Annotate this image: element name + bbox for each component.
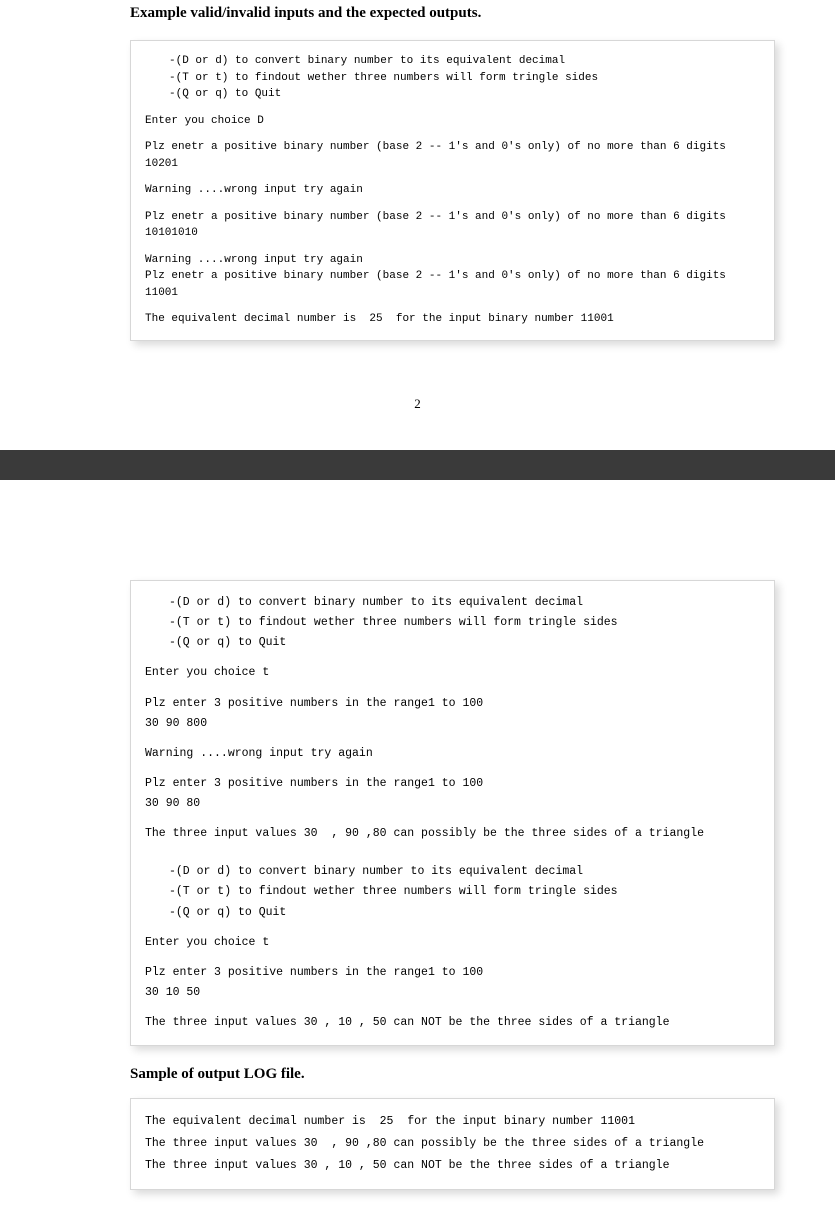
output-line: Enter you choice t (145, 663, 760, 683)
output-line: 11001 (145, 285, 760, 302)
menu-line: -(Q or q) to Quit (169, 903, 760, 923)
output-line: 10101010 (145, 225, 760, 242)
menu-line: -(T or t) to findout wether three number… (169, 70, 760, 87)
page-1: Example valid/invalid inputs and the exp… (0, 0, 835, 450)
menu-line: -(Q or q) to Quit (169, 633, 760, 653)
page-number: 2 (30, 396, 805, 412)
section-heading: Example valid/invalid inputs and the exp… (130, 5, 805, 22)
output-line: The three input values 30 , 90 ,80 can p… (145, 824, 760, 844)
output-line: Plz enetr a positive binary number (base… (145, 268, 760, 285)
example-io-box-1: -(D or d) to convert binary number to it… (130, 40, 775, 341)
log-line: The equivalent decimal number is 25 for … (145, 1111, 760, 1133)
menu-line: -(D or d) to convert binary number to it… (169, 862, 760, 882)
output-line: Plz enetr a positive binary number (base… (145, 209, 760, 226)
output-line: Warning ....wrong input try again (145, 182, 760, 199)
output-line: The three input values 30 , 10 , 50 can … (145, 1013, 760, 1033)
menu-line: -(Q or q) to Quit (169, 86, 760, 103)
log-file-heading: Sample of output LOG file. (130, 1066, 805, 1083)
output-line: Enter you choice D (145, 113, 760, 130)
output-line: Warning ....wrong input try again (145, 744, 760, 764)
log-line: The three input values 30 , 10 , 50 can … (145, 1155, 760, 1177)
output-line: Warning ....wrong input try again (145, 252, 760, 269)
output-line: Plz enter 3 positive numbers in the rang… (145, 963, 760, 983)
output-line: Plz enetr a positive binary number (base… (145, 139, 760, 156)
output-line: Enter you choice t (145, 933, 760, 953)
output-line: Plz enter 3 positive numbers in the rang… (145, 694, 760, 714)
page-2: -(D or d) to convert binary number to it… (0, 480, 835, 1210)
output-line: 30 90 80 (145, 794, 760, 814)
menu-line: -(D or d) to convert binary number to it… (169, 53, 760, 70)
output-line: Plz enter 3 positive numbers in the rang… (145, 774, 760, 794)
menu-line: -(T or t) to findout wether three number… (169, 613, 760, 633)
output-line: 30 10 50 (145, 983, 760, 1003)
menu-line: -(T or t) to findout wether three number… (169, 882, 760, 902)
page-gap (0, 450, 835, 480)
output-line: 30 90 800 (145, 714, 760, 734)
output-line: 10201 (145, 156, 760, 173)
example-io-box-2: -(D or d) to convert binary number to it… (130, 580, 775, 1046)
log-line: The three input values 30 , 90 ,80 can p… (145, 1133, 760, 1155)
menu-line: -(D or d) to convert binary number to it… (169, 593, 760, 613)
log-file-box: The equivalent decimal number is 25 for … (130, 1098, 775, 1190)
output-line: The equivalent decimal number is 25 for … (145, 311, 760, 328)
